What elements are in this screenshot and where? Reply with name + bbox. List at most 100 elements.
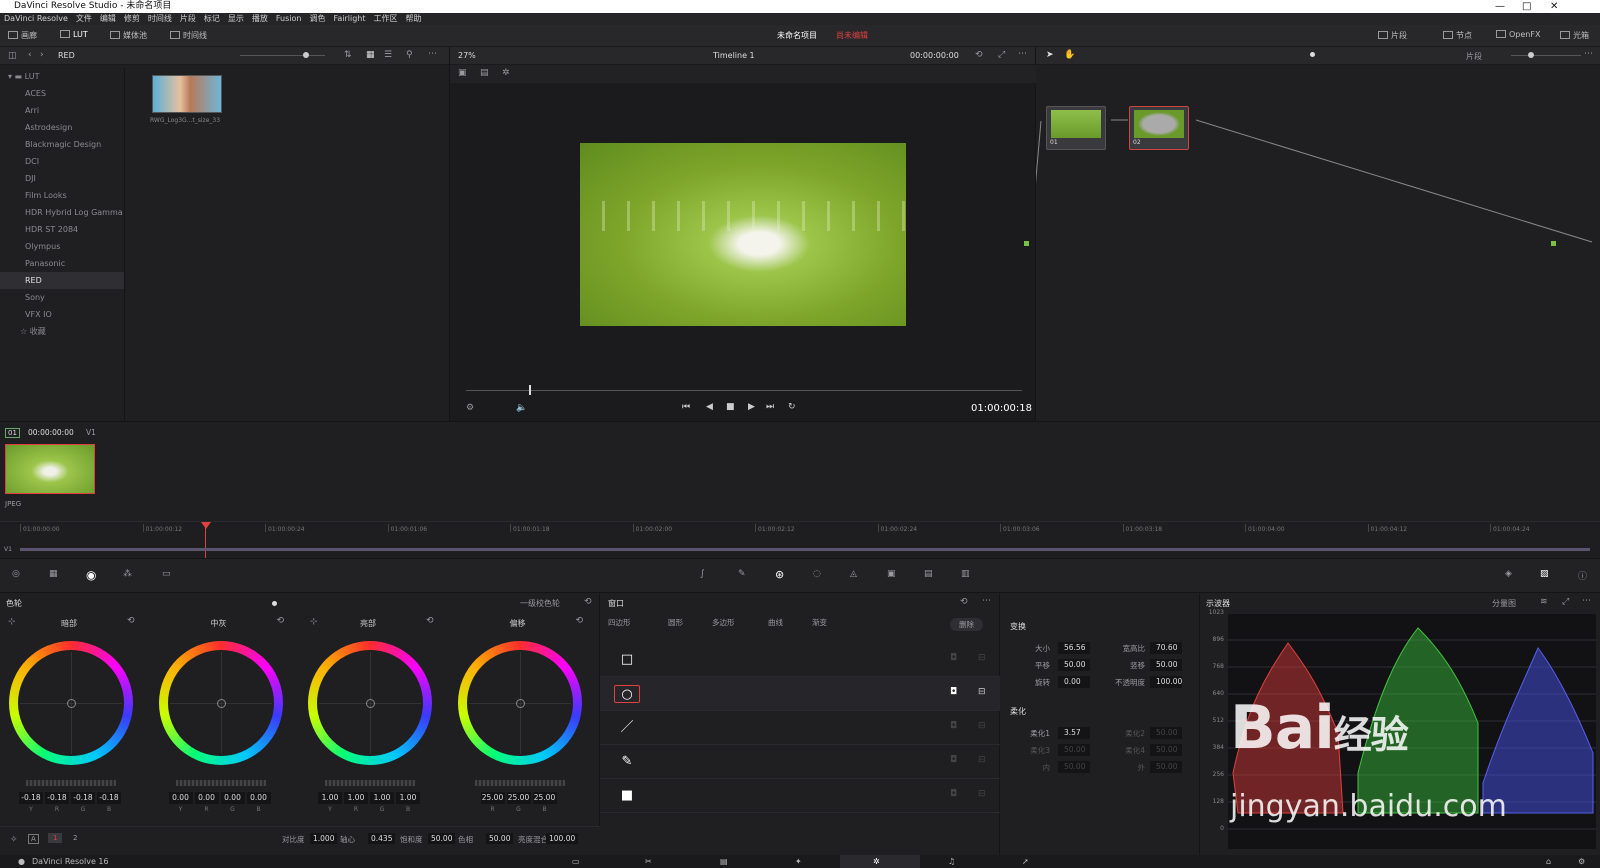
cut-page-icon[interactable]: ✂: [645, 855, 652, 868]
lut-folder-item[interactable]: DCI: [0, 153, 124, 170]
window-reset-icon[interactable]: ⟲: [960, 597, 968, 607]
wheel-value-field[interactable]: 1.00: [344, 792, 368, 804]
page-1-button[interactable]: 1: [48, 833, 63, 843]
transform-value[interactable]: 0.00: [1058, 676, 1090, 688]
master-wheel-slider[interactable]: [26, 780, 116, 786]
wheel-value-field[interactable]: -0.18: [71, 792, 95, 804]
window-invert-icon[interactable]: ◘: [950, 687, 957, 697]
loop-icon[interactable]: ⟲: [975, 50, 983, 60]
adjustment-value[interactable]: 100.00: [546, 833, 579, 844]
settings-icon[interactable]: ⚙: [1578, 855, 1585, 868]
viewer-options-icon[interactable]: ⋯: [1018, 49, 1027, 59]
gradient-window-icon[interactable]: ■: [614, 787, 640, 805]
wheel-value-field[interactable]: 0.00: [220, 792, 245, 804]
linear-window-icon[interactable]: ／: [614, 719, 640, 737]
lut-folder-item[interactable]: RED: [0, 272, 124, 289]
media-pool-button[interactable]: 媒体池: [110, 30, 147, 41]
favorites-item[interactable]: ☆ 收藏: [0, 323, 124, 340]
stop-icon[interactable]: ■: [726, 402, 735, 412]
wheel-value-field[interactable]: 1.00: [370, 792, 394, 804]
page-2-button[interactable]: 2: [68, 833, 82, 843]
info-icon[interactable]: ⓘ: [1578, 569, 1587, 582]
lut-thumbnail[interactable]: [152, 75, 222, 113]
sort-icon[interactable]: ⇅: [344, 50, 352, 60]
transform-value[interactable]: 70.60: [1150, 642, 1182, 654]
window-options-icon[interactable]: ⋯: [982, 596, 991, 606]
window-invert-icon[interactable]: ◘: [950, 653, 957, 663]
menu-item[interactable]: 片段: [180, 14, 196, 23]
lut-folder-item[interactable]: Film Looks: [0, 187, 124, 204]
list-view-icon[interactable]: ☰: [384, 50, 392, 60]
add-window-tool[interactable]: 渐变: [812, 617, 827, 628]
delete-window-button[interactable]: 删除: [950, 618, 983, 631]
softness-value[interactable]: 50.00: [1150, 744, 1182, 756]
menu-item[interactable]: 文件: [76, 14, 92, 23]
wheel-reset-icon[interactable]: ⟲: [576, 616, 584, 626]
wheel-value-field[interactable]: 1.00: [396, 792, 420, 804]
wheel-value-field[interactable]: 25.00: [480, 792, 505, 804]
blur-icon[interactable]: ◬: [850, 569, 857, 579]
window-tool-icon[interactable]: ⊛: [775, 568, 784, 581]
fusion-page-icon[interactable]: ✦: [795, 855, 802, 868]
lut-folder-item[interactable]: DJI: [0, 170, 124, 187]
lut-folder-item[interactable]: Astrodesign: [0, 119, 124, 136]
zoom-level[interactable]: 27%: [458, 51, 476, 60]
deliver-page-icon[interactable]: ➚: [1022, 855, 1029, 868]
home-icon[interactable]: ⌂: [1546, 855, 1551, 868]
wheel-center-handle[interactable]: [515, 699, 525, 708]
menu-item[interactable]: Fairlight: [333, 14, 365, 23]
window-row[interactable]: ■ ◘ ⊟: [600, 779, 1000, 813]
color-page-tab[interactable]: [840, 855, 920, 868]
node-01[interactable]: 01: [1046, 106, 1106, 150]
search-icon[interactable]: ⚲: [406, 50, 413, 60]
menu-item[interactable]: 标记: [204, 14, 220, 23]
transform-value[interactable]: 50.00: [1150, 659, 1182, 671]
quad-window-icon[interactable]: □: [614, 651, 640, 669]
camera-raw-icon[interactable]: ◎: [12, 569, 20, 579]
key-icon[interactable]: ▣: [887, 569, 896, 579]
tracker-icon[interactable]: ◌: [813, 569, 821, 579]
lut-folder-item[interactable]: ACES: [0, 85, 124, 102]
wheel-value-field[interactable]: 0.00: [194, 792, 219, 804]
maximize-icon[interactable]: □: [1522, 0, 1531, 13]
add-window-tool[interactable]: 圆形: [668, 617, 683, 628]
loop-playback-icon[interactable]: ↻: [788, 402, 796, 412]
add-window-tool[interactable]: 多边形: [712, 617, 735, 628]
hdr-icon[interactable]: ⁂: [123, 569, 132, 579]
menu-item[interactable]: 调色: [309, 14, 325, 23]
wheel-value-field[interactable]: 0.00: [168, 792, 193, 804]
wheel-center-handle[interactable]: [366, 699, 375, 708]
forward-icon[interactable]: ›: [40, 50, 44, 60]
menu-item[interactable]: Fusion: [276, 14, 302, 23]
sizing-icon[interactable]: ▤: [924, 569, 933, 579]
window-invert-icon[interactable]: ◘: [950, 721, 957, 731]
scrubber-playhead[interactable]: [529, 385, 531, 395]
adjustment-value[interactable]: 50.00: [486, 833, 514, 844]
color-page-dot[interactable]: [272, 601, 277, 606]
openfx-button[interactable]: OpenFX: [1496, 30, 1540, 39]
play-reverse-icon[interactable]: ◀: [706, 402, 713, 412]
volume-icon[interactable]: 🔈: [516, 403, 527, 413]
thumb-size-handle[interactable]: [303, 52, 309, 58]
fullscreen-icon[interactable]: ⤢: [998, 50, 1005, 60]
window-mask-icon[interactable]: ⊟: [978, 721, 986, 731]
color-page-icon[interactable]: ✲: [873, 855, 880, 868]
window-invert-icon[interactable]: ◘: [950, 789, 957, 799]
color-wheels-icon[interactable]: ◉: [86, 568, 96, 582]
transform-value[interactable]: 56.56: [1058, 642, 1090, 654]
qualifier-icon[interactable]: ✎: [738, 569, 746, 579]
lightbox-icon[interactable]: ◈: [1505, 569, 1512, 579]
close-icon[interactable]: ✕: [1550, 0, 1558, 13]
transform-value[interactable]: 100.00: [1150, 676, 1182, 688]
viewer-mode-icon[interactable]: ⚙: [466, 403, 474, 413]
lut-folder-item[interactable]: Sony: [0, 289, 124, 306]
wheel-value-field[interactable]: 0.00: [246, 792, 271, 804]
softness-value[interactable]: 50.00: [1058, 744, 1090, 756]
menu-item[interactable]: 编辑: [100, 14, 116, 23]
wheel-reset-icon[interactable]: ⟲: [277, 616, 285, 626]
wipe-icon[interactable]: ▣: [458, 68, 467, 78]
scopes-icon[interactable]: ▨: [1540, 569, 1549, 579]
wheel-center-handle[interactable]: [67, 699, 76, 708]
wheel-center-handle[interactable]: [216, 699, 226, 708]
window-row[interactable]: ○ ◘ ⊟: [600, 677, 1000, 711]
